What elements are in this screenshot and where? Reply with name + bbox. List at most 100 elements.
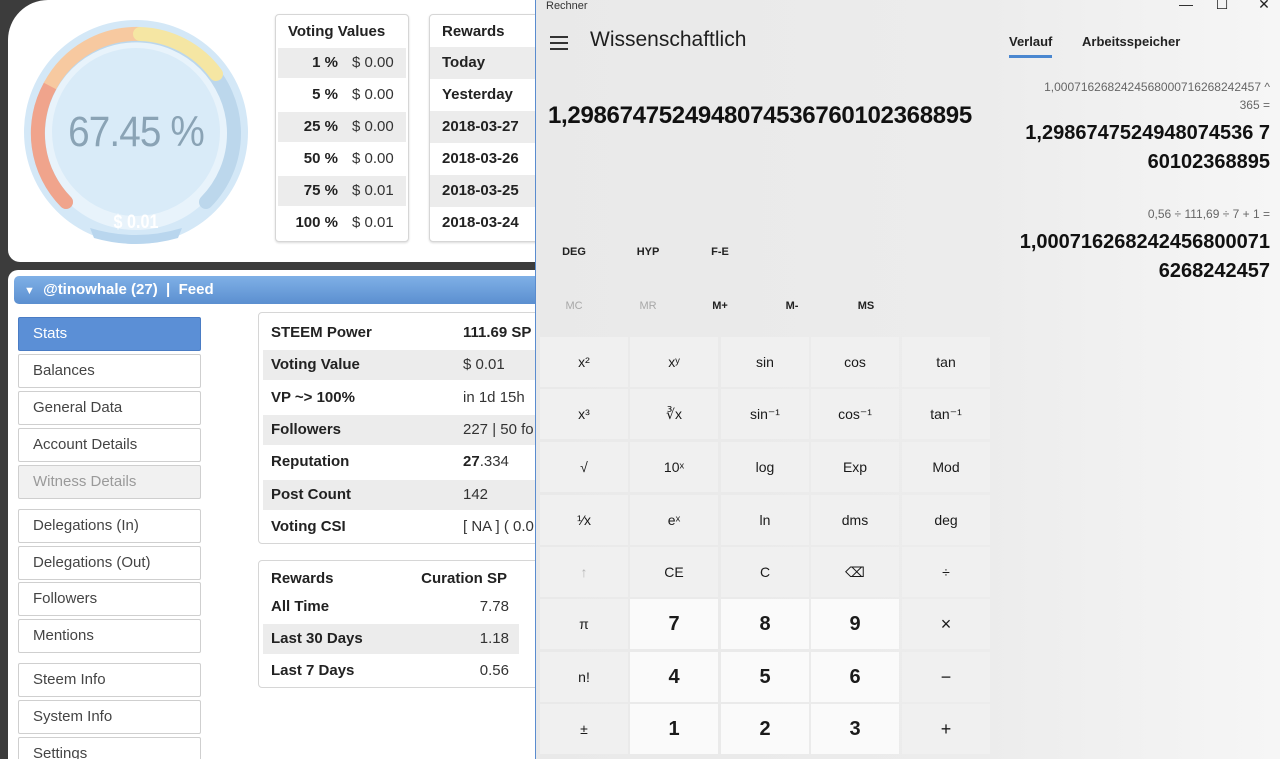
stat-key: Voting Value: [263, 350, 455, 381]
memory-recall-button: MR: [639, 300, 657, 312]
table-row: Last 30 Days 1.18: [263, 623, 553, 655]
tan-button[interactable]: tan: [902, 337, 990, 387]
ln-button[interactable]: ln: [721, 495, 809, 545]
sidebar-item-witness-details: Witness Details: [18, 465, 201, 499]
table-row: 1 % $ 0.00: [276, 47, 408, 79]
history-result[interactable]: 1,000716268242456800071: [1020, 228, 1270, 257]
sidebar-item-system-info[interactable]: System Info: [18, 700, 201, 734]
tab-memory[interactable]: Arbeitsspeicher: [1082, 34, 1180, 49]
reward-value: 7.78: [479, 598, 509, 615]
vote-pct: 75 %: [278, 176, 346, 206]
digit-4-button[interactable]: 4: [630, 652, 718, 702]
pi-button[interactable]: π: [540, 599, 628, 649]
history-expression[interactable]: 1,0007162682424568000716268242457 ^: [1044, 80, 1270, 94]
table-row: Last 7 Days 0.56: [263, 655, 553, 687]
digit-9-button[interactable]: 9: [811, 599, 899, 649]
separator: |: [166, 281, 171, 298]
history-result[interactable]: 60102368895: [1148, 148, 1270, 177]
digit-5-button[interactable]: 5: [721, 652, 809, 702]
vote-val: $ 0.00: [346, 112, 406, 142]
table-row: STEEM Power 111.69 SP: [263, 317, 553, 349]
stat-key: STEEM Power: [271, 324, 372, 342]
ten-power-button[interactable]: 10ˣ: [630, 442, 718, 492]
e-power-button[interactable]: eˣ: [630, 495, 718, 545]
digit-3-button[interactable]: 3: [811, 704, 899, 754]
clear-button[interactable]: C: [721, 547, 809, 597]
sidebar-item-stats[interactable]: Stats: [18, 317, 201, 351]
sidebar-item-followers[interactable]: Followers: [18, 582, 201, 616]
log-button[interactable]: log: [721, 442, 809, 492]
window-title: Rechner: [546, 0, 588, 12]
memory-add-button[interactable]: M+: [690, 300, 750, 312]
minus-button[interactable]: −: [902, 652, 990, 702]
history-expression[interactable]: 0,56 ÷ 111,69 ÷ 7 + 1 =: [1148, 207, 1270, 221]
sidebar-item-general-data[interactable]: General Data: [18, 391, 201, 425]
maximize-button[interactable]: ☐: [1202, 0, 1242, 13]
multiply-button[interactable]: ×: [902, 599, 990, 649]
cos-button[interactable]: cos: [811, 337, 899, 387]
stats-table: STEEM Power 111.69 SP Voting Value $ 0.01 …: [258, 312, 558, 544]
memory-store-button[interactable]: MS: [836, 300, 896, 312]
backspace-icon[interactable]: ⌫: [811, 547, 899, 597]
dms-button[interactable]: dms: [811, 495, 899, 545]
vote-val: $ 0.00: [352, 150, 394, 167]
factorial-button[interactable]: n!: [540, 652, 628, 702]
digit-2-button[interactable]: 2: [721, 704, 809, 754]
digit-1-button[interactable]: 1: [630, 704, 718, 754]
vote-pct: 50 %: [303, 150, 338, 167]
account-name[interactable]: @tinowhale (27): [43, 281, 158, 298]
reward-value: 1.18: [391, 624, 519, 654]
digit-8-button[interactable]: 8: [721, 599, 809, 649]
sidebar-item-account-details[interactable]: Account Details: [18, 428, 201, 462]
table-row: 75 % $ 0.01: [276, 175, 408, 207]
clear-entry-button[interactable]: CE: [630, 547, 718, 597]
reciprocal-button[interactable]: ¹⁄x: [540, 495, 628, 545]
deg-toggle[interactable]: DEG: [544, 246, 604, 258]
close-button[interactable]: ✕: [1244, 0, 1280, 13]
hyp-toggle[interactable]: HYP: [618, 246, 678, 258]
vote-pct: 25 %: [278, 112, 346, 142]
deg-button[interactable]: deg: [902, 495, 990, 545]
square-button[interactable]: x²: [540, 337, 628, 387]
power-button[interactable]: xʸ: [630, 337, 718, 387]
stat-value-bold: 111.69 SP: [463, 324, 532, 342]
asin-button[interactable]: sin⁻¹: [721, 389, 809, 439]
digit-7-button[interactable]: 7: [630, 599, 718, 649]
sidebar-item-delegations-out[interactable]: Delegations (Out): [18, 546, 201, 580]
divide-button[interactable]: ÷: [902, 547, 990, 597]
minimize-button[interactable]: —: [1166, 0, 1206, 12]
memory-subtract-button[interactable]: M-: [762, 300, 822, 312]
plus-button[interactable]: +: [902, 704, 990, 754]
tab-history[interactable]: Verlauf: [1009, 34, 1053, 58]
cube-root-button[interactable]: ∛x: [630, 389, 718, 439]
exp-button[interactable]: Exp: [811, 442, 899, 492]
stat-key: Reputation: [271, 453, 350, 471]
sidebar-item-mentions[interactable]: Mentions: [18, 619, 201, 653]
sidebar-item-settings[interactable]: Settings: [18, 737, 201, 759]
history-result[interactable]: 1,2986747524948074536 7: [1025, 119, 1270, 148]
digit-6-button[interactable]: 6: [811, 652, 899, 702]
sqrt-button[interactable]: √: [540, 442, 628, 492]
table-row: 50 % $ 0.00: [276, 143, 408, 175]
negate-button[interactable]: ±: [540, 704, 628, 754]
acos-button[interactable]: cos⁻¹: [811, 389, 899, 439]
menu-icon[interactable]: [550, 36, 568, 54]
table-row: Voting CSI[ NA ] ( 0.0: [263, 511, 553, 543]
fe-toggle[interactable]: F-E: [690, 246, 750, 258]
sin-button[interactable]: sin: [721, 337, 809, 387]
voting-values-title: Voting Values: [288, 23, 386, 40]
account-header-bar[interactable]: ▼ @tinowhale (27) | Feed: [14, 276, 544, 304]
mod-button[interactable]: Mod: [902, 442, 990, 492]
feed-link[interactable]: Feed: [179, 281, 214, 298]
atan-button[interactable]: tan⁻¹: [902, 389, 990, 439]
sidebar-item-steem-info[interactable]: Steem Info: [18, 663, 201, 697]
collapse-triangle-icon[interactable]: ▼: [24, 277, 35, 305]
shift-arrow-icon[interactable]: ↑: [540, 547, 628, 597]
sidebar-item-balances[interactable]: Balances: [18, 354, 201, 388]
table-row: 25 % $ 0.00: [276, 111, 408, 143]
history-expression[interactable]: 365 =: [1240, 98, 1270, 112]
sidebar-item-delegations-in[interactable]: Delegations (In): [18, 509, 201, 543]
stat-key: Voting CSI: [271, 517, 346, 535]
history-result[interactable]: 6268242457: [1159, 257, 1270, 286]
cube-button[interactable]: x³: [540, 389, 628, 439]
